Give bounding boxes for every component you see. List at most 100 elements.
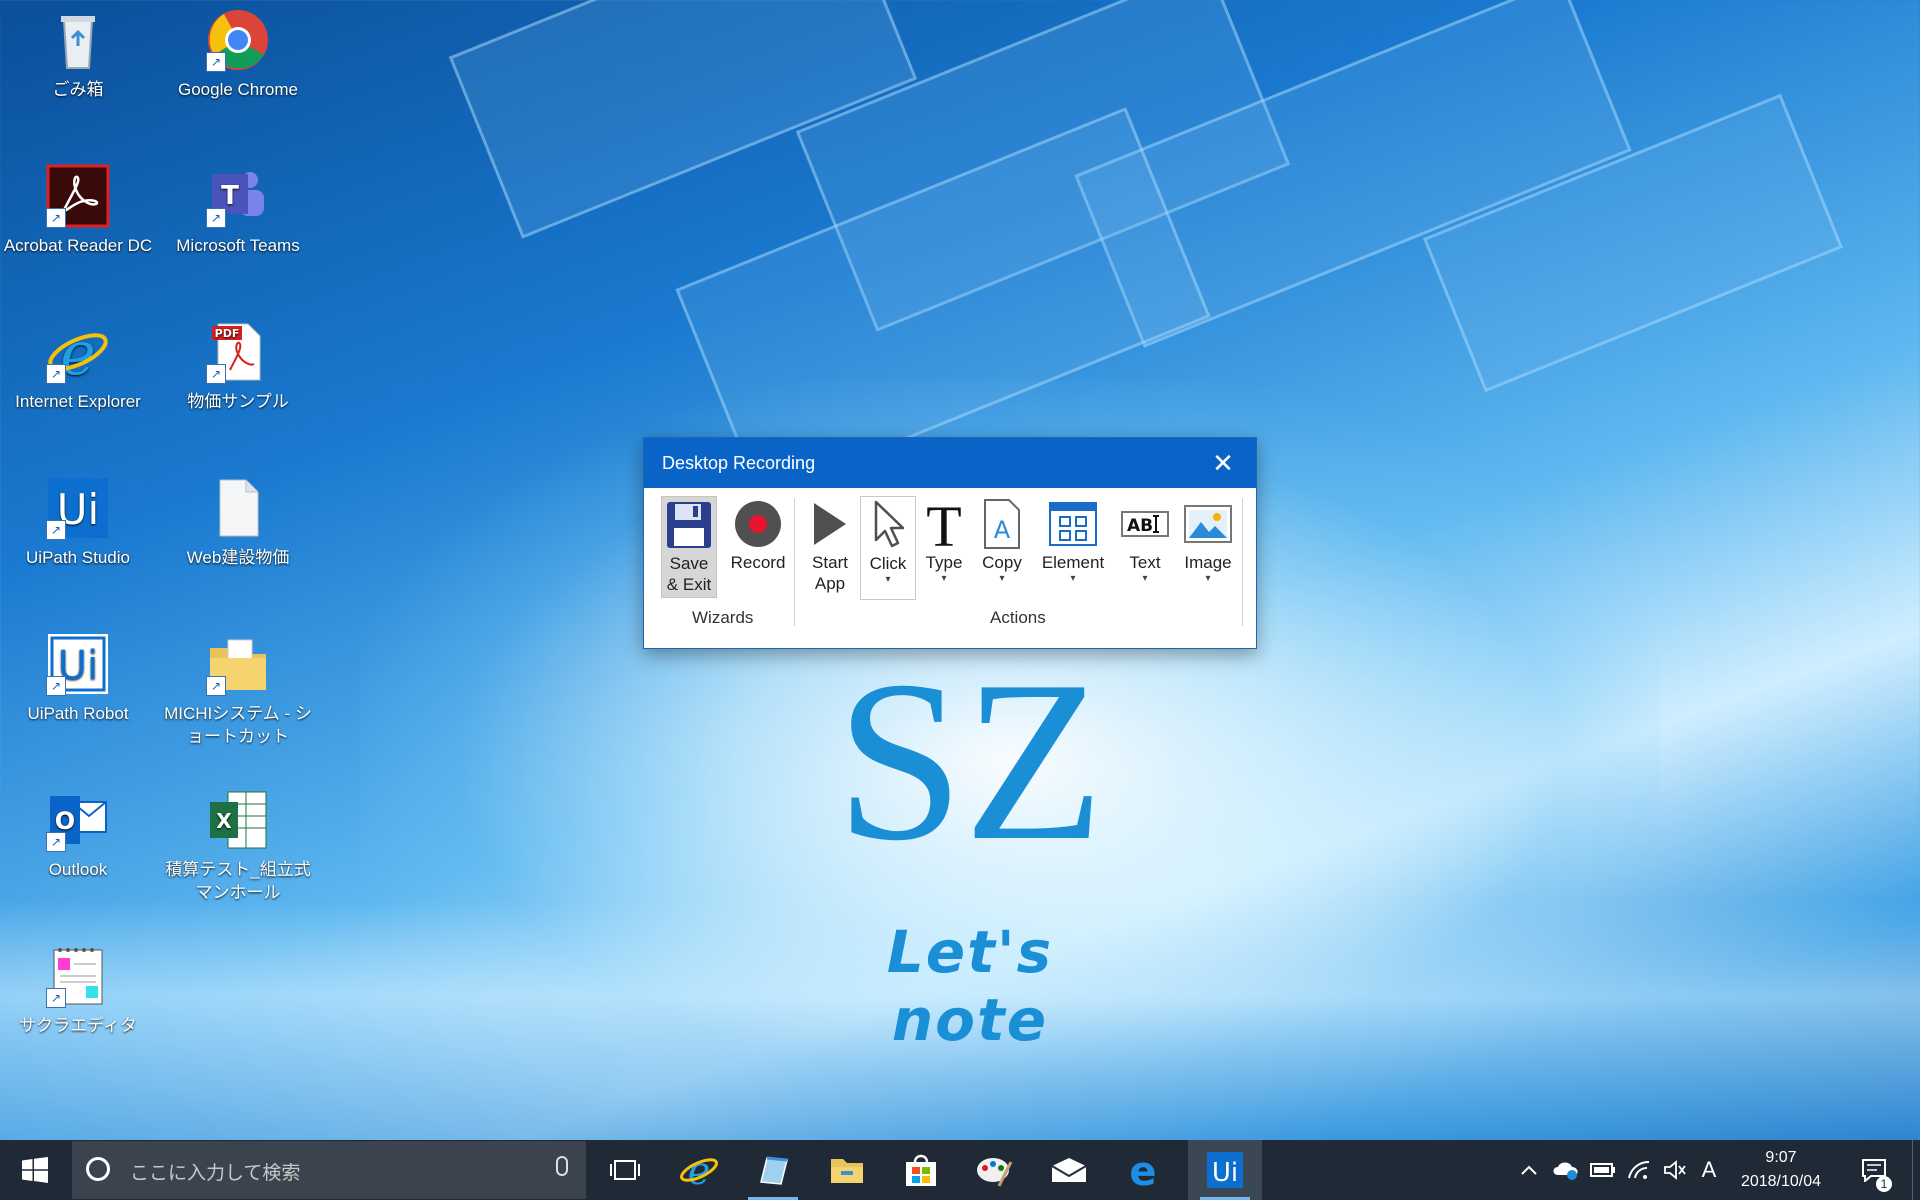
desktop-icon-label: Microsoft Teams xyxy=(176,236,300,255)
acrobat-icon: ↗ xyxy=(46,164,110,228)
record-button[interactable]: Record xyxy=(720,496,796,573)
copy-button[interactable]: A Copy ▾ xyxy=(974,496,1030,585)
desktop-icon-outlook[interactable]: O ↗ Outlook xyxy=(0,780,156,881)
search-placeholder: ここに入力して検索 xyxy=(130,1163,301,1184)
ime-indicator[interactable]: A xyxy=(1694,1140,1724,1200)
folder-icon: ↗ xyxy=(206,632,270,696)
clock[interactable]: 9:07 2018/10/04 xyxy=(1726,1146,1836,1194)
chevron-down-icon: ▾ xyxy=(885,574,891,585)
taskbar-sakura-editor[interactable] xyxy=(736,1140,810,1200)
desktop-icon-pdf-sample[interactable]: PDF ↗ 物価サンプル xyxy=(160,312,316,413)
click-button[interactable]: Click ▾ xyxy=(860,496,916,600)
desktop-icon-uipath-robot[interactable]: Ui ↗ UiPath Robot xyxy=(0,624,156,725)
logo-sub-text: Let's note xyxy=(886,918,1054,1054)
chevron-down-icon: ▾ xyxy=(999,573,1005,584)
start-app-button[interactable]: Start App xyxy=(802,496,858,594)
clock-date: 2018/10/04 xyxy=(1740,1173,1822,1190)
notification-count-badge: 1 xyxy=(1876,1176,1892,1192)
document-icon xyxy=(206,476,270,540)
taskbar-internet-explorer[interactable]: e xyxy=(662,1140,736,1200)
pdf-file-icon: PDF ↗ xyxy=(206,320,270,384)
mail-icon xyxy=(1051,1158,1087,1182)
volume-tray[interactable] xyxy=(1658,1140,1692,1200)
svg-text:A: A xyxy=(994,516,1011,544)
svg-text:AB: AB xyxy=(1127,516,1153,536)
copy-icon: A xyxy=(974,496,1030,552)
svg-text:PDF: PDF xyxy=(215,327,240,340)
battery-tray[interactable] xyxy=(1586,1140,1620,1200)
outlook-icon: O ↗ xyxy=(46,788,110,852)
onedrive-tray[interactable] xyxy=(1548,1140,1584,1200)
desktop-icon-excel-file[interactable]: X 積算テスト_組立式マンホール xyxy=(160,780,316,904)
desktop-icon-acrobat[interactable]: ↗ Acrobat Reader DC xyxy=(0,156,156,257)
svg-text:T: T xyxy=(221,181,239,211)
taskbar-uipath[interactable]: Ui xyxy=(1188,1140,1262,1200)
desktop-icon-web-kensetsu[interactable]: Web建設物価 xyxy=(160,468,316,569)
teams-icon: T ↗ xyxy=(206,164,270,228)
microphone-icon[interactable] xyxy=(556,1156,568,1176)
shortcut-arrow-icon: ↗ xyxy=(46,676,66,696)
click-label: Click xyxy=(869,554,907,573)
wallpaper-logo: SZ xyxy=(810,633,1130,890)
uipath-studio-icon: Ui ↗ xyxy=(46,476,110,540)
battery-icon xyxy=(1590,1163,1615,1177)
desktop-icon-label: Outlook xyxy=(48,860,108,879)
wifi-icon xyxy=(1628,1160,1650,1179)
desktop-icon-chrome[interactable]: ↗ Google Chrome xyxy=(160,0,316,101)
recording-ribbon: Save & Exit Record Wizards Start App Cli… xyxy=(644,488,1256,648)
window-titlebar[interactable]: Desktop Recording ✕ xyxy=(644,438,1256,488)
uipath-icon: Ui xyxy=(1207,1152,1243,1188)
search-box[interactable]: ここに入力して検索 xyxy=(72,1141,586,1199)
action-center-button[interactable]: 1 xyxy=(1850,1140,1898,1200)
copy-label: Copy xyxy=(982,553,1022,572)
taskbar-file-explorer[interactable] xyxy=(810,1140,884,1200)
record-label: Record xyxy=(730,553,786,572)
show-desktop-button[interactable] xyxy=(1912,1140,1920,1200)
desktop-icon-recycle-bin[interactable]: ごみ箱 xyxy=(0,0,156,101)
desktop-icon-sakura-editor[interactable]: ↗ サクラエディタ xyxy=(0,936,156,1037)
desktop-icon-michi-system[interactable]: ↗ MICHIシステム - ショートカット xyxy=(160,624,316,748)
desktop-icon-label: Google Chrome xyxy=(177,80,298,99)
taskbar-paint[interactable] xyxy=(958,1140,1032,1200)
type-button[interactable]: T Type ▾ xyxy=(917,496,971,585)
close-button[interactable]: ✕ xyxy=(1190,438,1256,488)
start-button[interactable] xyxy=(0,1140,70,1200)
desktop-icon-label: Acrobat Reader DC xyxy=(3,236,153,255)
excel-icon: X xyxy=(206,788,270,852)
type-label: Type xyxy=(925,553,963,572)
task-view-icon xyxy=(610,1160,640,1180)
taskbar: ここに入力して検索 e e Ui A 9:07 2018/10/04 1 xyxy=(0,1140,1920,1200)
shortcut-arrow-icon: ↗ xyxy=(206,676,226,696)
show-hidden-icons-button[interactable] xyxy=(1512,1140,1546,1200)
chevron-down-icon: ▾ xyxy=(1142,573,1148,584)
desktop-icon-uipath-studio[interactable]: Ui ↗ UiPath Studio xyxy=(0,468,156,569)
network-tray[interactable] xyxy=(1622,1140,1656,1200)
clock-time: 9:07 xyxy=(1765,1149,1797,1166)
taskbar-mail[interactable] xyxy=(1032,1140,1106,1200)
desktop-recording-window: Desktop Recording ✕ Save & Exit Record W… xyxy=(643,437,1257,649)
chevron-down-icon: ▾ xyxy=(941,573,947,584)
desktop-icon-label: MICHIシステム - ショートカット xyxy=(164,704,312,746)
desktop-icon-label: UiPath Robot xyxy=(27,704,129,723)
edge-icon: e xyxy=(1129,1150,1156,1190)
sakura-editor-icon: ↗ xyxy=(46,944,110,1008)
chevron-down-icon: ▾ xyxy=(1205,573,1211,584)
desktop-icon-label: ごみ箱 xyxy=(52,80,104,99)
shortcut-arrow-icon: ↗ xyxy=(46,364,66,384)
desktop-icon-internet-explorer[interactable]: e ↗ Internet Explorer xyxy=(0,312,156,413)
internet-explorer-icon: e ↗ xyxy=(46,319,110,389)
uipath-robot-icon: Ui ↗ xyxy=(46,632,110,696)
windows-logo-icon xyxy=(22,1157,48,1183)
shortcut-arrow-icon: ↗ xyxy=(46,832,66,852)
element-button[interactable]: Element ▾ xyxy=(1034,496,1112,585)
task-view-button[interactable] xyxy=(588,1140,662,1200)
desktop-icon-label: サクラエディタ xyxy=(19,1016,137,1035)
taskbar-edge[interactable]: e xyxy=(1106,1140,1180,1200)
desktop-icon-label: Web建設物価 xyxy=(186,548,290,567)
text-button[interactable]: AB Text ▾ xyxy=(1116,496,1174,585)
taskbar-store[interactable] xyxy=(884,1140,958,1200)
internet-explorer-icon: e xyxy=(680,1150,718,1190)
desktop-icon-teams[interactable]: T ↗ Microsoft Teams xyxy=(160,156,316,257)
image-button[interactable]: Image ▾ xyxy=(1178,496,1238,585)
save-exit-button[interactable]: Save & Exit xyxy=(661,496,717,598)
